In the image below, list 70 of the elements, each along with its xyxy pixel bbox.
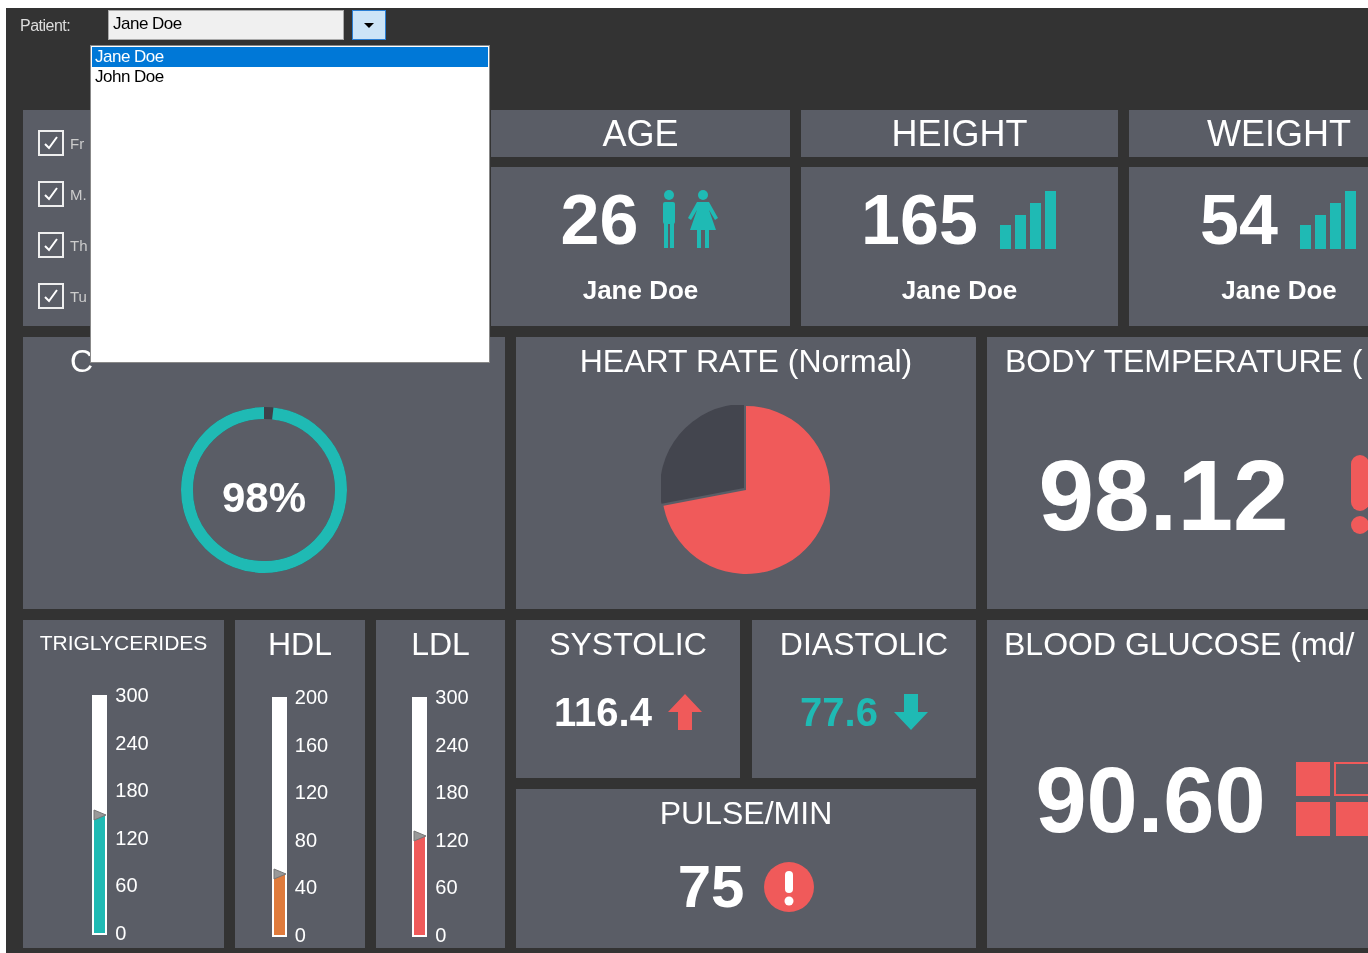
stat-value: 26 <box>560 185 639 255</box>
gauge-reading: 98% <box>221 477 307 519</box>
checkmark-icon <box>43 135 59 151</box>
tick-label: 180 <box>435 780 469 805</box>
card-title: BODY TEMPERATURE ( <box>1005 343 1363 380</box>
checkmark-icon <box>43 288 59 304</box>
card-title: LDL <box>411 626 470 663</box>
temperature-value: 98.12 <box>1038 444 1289 545</box>
checkmark-icon <box>43 237 59 253</box>
tick-label: 0 <box>435 922 448 947</box>
tick-label: 300 <box>435 685 469 709</box>
tick-label: 80 <box>294 827 319 852</box>
tick-label: 180 <box>115 778 149 803</box>
checkmark-icon <box>43 186 59 202</box>
bar-chart-icon <box>999 191 1058 249</box>
checkbox[interactable] <box>38 130 64 156</box>
patient-name: Jane Doe <box>582 275 699 306</box>
checkbox-label: Th <box>70 236 88 254</box>
card-title: SYSTOLIC <box>549 626 707 663</box>
checkbox-label: M. <box>70 185 87 203</box>
card-title: HDL <box>268 626 332 663</box>
tick-label: 60 <box>435 875 459 900</box>
patient-label: Patient: <box>20 17 72 35</box>
tick-label: 0 <box>115 920 128 945</box>
pointer-icon <box>272 867 287 880</box>
checkbox[interactable] <box>38 283 64 309</box>
patient-name: Jane Doe <box>901 275 1018 306</box>
patient-combo-field[interactable]: Jane Doe <box>108 10 344 40</box>
tick-label: 120 <box>115 825 149 850</box>
card-title: TRIGLYCERIDES <box>39 631 208 655</box>
checkbox[interactable] <box>38 181 64 207</box>
checkbox-label: Fr <box>70 134 85 152</box>
checkbox[interactable] <box>38 232 64 258</box>
card-title: PULSE/MIN <box>659 795 833 832</box>
grid-squares-icon <box>1295 761 1368 838</box>
card-title: BLOOD GLUCOSE (md/ <box>1004 626 1355 663</box>
tick-label: 240 <box>435 732 469 757</box>
pulse-value: 75 <box>677 857 745 917</box>
tick-label: 120 <box>435 827 469 852</box>
caret-icon <box>364 22 374 28</box>
man-and-woman-icon <box>660 190 721 250</box>
glucose-value: 90.60 <box>1035 753 1266 846</box>
up-arrow-icon <box>667 693 702 730</box>
tick-label: 240 <box>115 730 149 755</box>
pressure-value: 116.4 <box>554 691 652 732</box>
checkbox-label: Tu <box>70 287 87 305</box>
tick-label: 200 <box>294 685 329 709</box>
tick-label: 120 <box>294 780 329 805</box>
patient-name: Jane Doe <box>1221 275 1337 306</box>
stat-value: 54 <box>1200 185 1278 255</box>
stat-header: AGE <box>491 110 790 157</box>
down-arrow-icon <box>893 693 928 730</box>
bar-chart-icon <box>1299 191 1358 249</box>
card-title: DIASTOLIC <box>779 626 949 663</box>
dropdown-option[interactable]: Jane Doe <box>92 47 488 67</box>
tick-label: 300 <box>115 683 149 707</box>
card-title: HEART RATE (Normal) <box>579 343 913 380</box>
tick-label: 0 <box>294 922 307 947</box>
tick-label: 60 <box>115 873 139 898</box>
card-title: C <box>70 343 94 380</box>
pointer-icon <box>93 809 108 821</box>
dropdown-option[interactable]: John Doe <box>92 67 488 87</box>
stat-value: 165 <box>861 185 978 255</box>
dropdown-button[interactable] <box>352 10 386 40</box>
pressure-value: 77.6 <box>800 691 878 732</box>
pointer-icon <box>413 829 428 842</box>
stat-header: WEIGHT <box>1129 110 1368 157</box>
tick-label: 160 <box>294 732 329 757</box>
tick-label: 40 <box>294 875 319 900</box>
stat-header: HEIGHT <box>801 110 1118 157</box>
